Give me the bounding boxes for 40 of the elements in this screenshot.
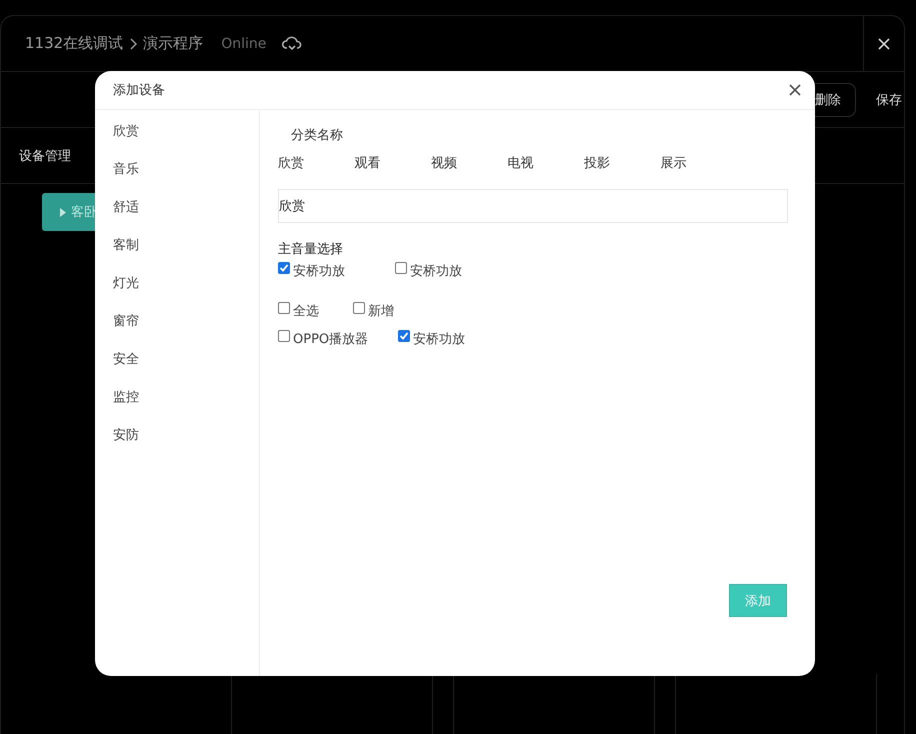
- sidebar-item[interactable]: 音乐: [95, 160, 259, 198]
- checkbox-label: OPPO播放器: [293, 331, 368, 348]
- field-label: 主音量选择: [278, 241, 344, 258]
- checkbox[interactable]: [278, 302, 290, 314]
- checkbox[interactable]: [278, 330, 290, 342]
- checkbox-label: 安桥功放: [293, 263, 345, 280]
- sidebar-item[interactable]: 安全: [95, 350, 259, 388]
- checkbox[interactable]: [278, 262, 290, 274]
- input-field[interactable]: 欣赏: [278, 189, 788, 223]
- sidebar-item[interactable]: 监控: [95, 388, 259, 426]
- checkbox-label: 安桥功放: [410, 263, 462, 280]
- chevron-icon: [129, 38, 138, 50]
- category-option[interactable]: 投影: [584, 154, 660, 172]
- sidebar-item[interactable]: 窗帘: [95, 312, 259, 350]
- category-option[interactable]: 电视: [508, 154, 584, 172]
- sidebar-item[interactable]: 安防: [95, 426, 259, 464]
- breadcrumb-item[interactable]: 1132在线调试: [25, 34, 124, 53]
- category-option[interactable]: 展示: [660, 154, 737, 172]
- section-title: 设备管理: [19, 148, 71, 164]
- sidebar-item[interactable]: 欣赏: [95, 122, 259, 160]
- toolbar-button[interactable]: 保存: [856, 82, 904, 116]
- cloud-icon: [282, 36, 302, 52]
- sidebar-item[interactable]: 灯光: [95, 274, 259, 312]
- field-label: 分类名称: [290, 127, 344, 144]
- close-icon[interactable]: [789, 84, 801, 96]
- checkbox-label: 全选: [293, 303, 319, 320]
- dialog-title: 添加设备: [113, 82, 165, 99]
- checkbox[interactable]: [398, 330, 410, 342]
- category-option[interactable]: 观看: [354, 154, 431, 172]
- sidebar-item[interactable]: 客制: [95, 236, 259, 274]
- checkbox-label: 安桥功放: [413, 331, 466, 348]
- checkbox-label: 新增: [368, 303, 394, 320]
- category-option[interactable]: 欣赏: [278, 154, 354, 172]
- checkbox[interactable]: [395, 262, 407, 274]
- checkbox[interactable]: [353, 302, 365, 314]
- breadcrumb-item[interactable]: 演示程序: [143, 34, 204, 53]
- sidebar-item[interactable]: 舒适: [95, 198, 259, 236]
- connection-status: Online: [221, 36, 266, 52]
- category-option[interactable]: 视频: [431, 154, 508, 172]
- triangle-icon: [60, 208, 66, 216]
